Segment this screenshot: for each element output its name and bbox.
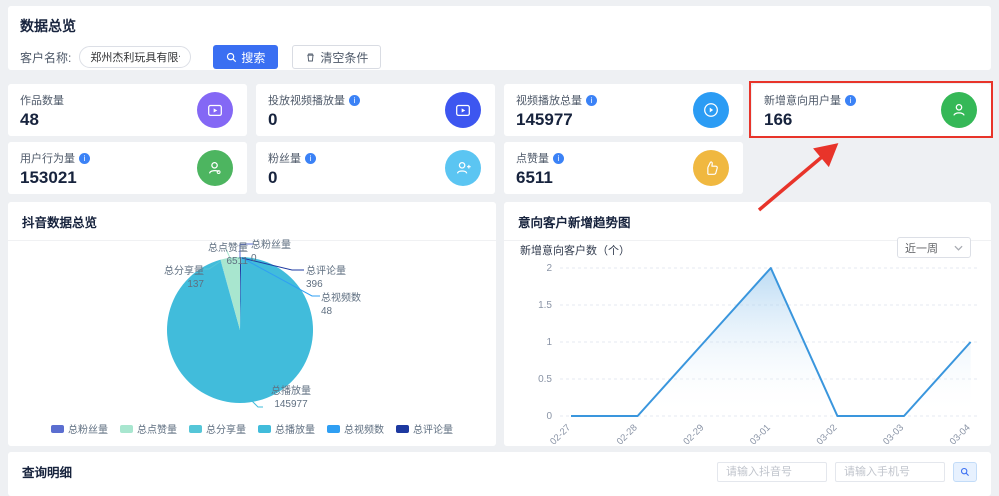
svg-text:02-29: 02-29 <box>681 422 706 444</box>
legend-label: 总分享量 <box>206 421 246 436</box>
legend-swatch <box>396 425 409 433</box>
legend-label: 总播放量 <box>275 421 315 436</box>
pie-label-fans: 总粉丝量0 <box>251 239 321 265</box>
info-icon[interactable]: i <box>553 153 564 164</box>
intent-trend-line-chart[interactable]: 2 1.5 1 0.5 002-27 02-28 02-29 03-01 03-02 03-03 0… <box>508 260 988 444</box>
stat-label: 点赞量 <box>516 150 549 166</box>
stat-label: 新增意向用户量 <box>764 92 841 108</box>
info-icon[interactable]: i <box>586 95 597 106</box>
query-detail-bar: 查询明细 <box>8 452 991 496</box>
svg-text:02-27: 02-27 <box>548 422 573 444</box>
thumb-up-icon <box>693 150 729 186</box>
legend-swatch <box>327 425 340 433</box>
query-detail-title: 查询明细 <box>22 462 72 481</box>
legend-swatch <box>120 425 133 433</box>
phone-input[interactable] <box>835 462 945 482</box>
legend-swatch <box>51 425 64 433</box>
user-add-icon <box>445 150 481 186</box>
legend-label: 总粉丝量 <box>68 421 108 436</box>
pie-label-plays: 总播放量145977 <box>246 385 336 411</box>
search-button-label: 搜索 <box>241 49 265 66</box>
video-icon <box>197 92 233 128</box>
legend-item[interactable]: 总播放量 <box>258 421 315 436</box>
stat-card-new-intent-users: 新增意向用户量i 166 <box>752 84 991 136</box>
stat-card-fans: 粉丝量i 0 <box>256 142 495 194</box>
svg-text:03-04: 03-04 <box>948 422 973 444</box>
legend-label: 总评论量 <box>413 421 453 436</box>
stat-label: 作品数量 <box>20 92 64 108</box>
douyin-id-input[interactable] <box>717 462 827 482</box>
legend-label: 总点赞量 <box>137 421 177 436</box>
search-icon <box>226 52 237 63</box>
search-button[interactable]: 搜索 <box>213 45 278 69</box>
svg-text:2: 2 <box>546 263 552 274</box>
legend-swatch <box>258 425 271 433</box>
pie-label-comments: 总评论量396 <box>306 265 386 291</box>
search-icon <box>960 467 970 477</box>
query-detail-controls <box>717 462 977 482</box>
trend-subtitle: 新增意向客户数（个） <box>520 242 630 258</box>
customer-name-input[interactable] <box>79 46 191 68</box>
stat-card-total-plays: 视频播放总量i 145977 <box>504 84 743 136</box>
stat-card-likes: 点赞量i 6511 <box>504 142 743 194</box>
legend-label: 总视频数 <box>344 421 384 436</box>
info-icon[interactable]: i <box>349 95 360 106</box>
legend-swatch <box>189 425 202 433</box>
svg-text:03-01: 03-01 <box>748 422 773 444</box>
svg-text:02-28: 02-28 <box>615 422 640 444</box>
chevron-down-icon <box>954 245 963 251</box>
info-icon[interactable]: i <box>845 95 856 106</box>
intent-trend-panel: 意向客户新增趋势图 新增意向客户数（个） 近一周 2 1.5 1 0.5 002-27 0… <box>504 202 991 446</box>
user-star-icon <box>197 150 233 186</box>
filter-row: 客户名称: 搜索 清空条件 <box>20 45 991 69</box>
legend-item[interactable]: 总视频数 <box>327 421 384 436</box>
header-panel: 数据总览 客户名称: 搜索 清空条件 <box>8 6 991 70</box>
stat-card-ad-plays: 投放视频播放量i 0 <box>256 84 495 136</box>
video-play-icon <box>445 92 481 128</box>
svg-text:0.5: 0.5 <box>538 374 552 385</box>
pie-label-shares: 总分享量137 <box>119 265 204 291</box>
svg-text:1: 1 <box>546 337 552 348</box>
pie-legend: 总粉丝量 总点赞量 总分享量 总播放量 总视频数 总评论量 <box>8 421 496 436</box>
clear-icon <box>305 52 316 63</box>
page-title: 数据总览 <box>8 6 991 36</box>
legend-item[interactable]: 总粉丝量 <box>51 421 108 436</box>
legend-item[interactable]: 总分享量 <box>189 421 246 436</box>
stat-label: 投放视频播放量 <box>268 92 345 108</box>
info-icon[interactable]: i <box>305 153 316 164</box>
legend-item[interactable]: 总评论量 <box>396 421 453 436</box>
clear-conditions-button[interactable]: 清空条件 <box>292 45 381 69</box>
legend-item[interactable]: 总点赞量 <box>120 421 177 436</box>
douyin-overview-panel: 抖音数据总览 总点赞量6511 总粉丝量0 总评论量396 总视频数48 总分享… <box>8 202 496 446</box>
stat-label: 视频播放总量 <box>516 92 582 108</box>
date-range-select[interactable]: 近一周 <box>897 237 971 258</box>
stat-card-works: 作品数量 48 <box>8 84 247 136</box>
play-circle-icon <box>693 92 729 128</box>
svg-text:03-03: 03-03 <box>881 422 906 444</box>
user-icon <box>941 92 977 128</box>
svg-text:1.5: 1.5 <box>538 300 552 311</box>
customer-name-label: 客户名称: <box>20 49 71 66</box>
date-range-value: 近一周 <box>905 240 938 256</box>
pie-label-videos: 总视频数48 <box>321 292 401 318</box>
stat-label: 用户行为量 <box>20 150 75 166</box>
trend-panel-title: 意向客户新增趋势图 <box>504 202 991 241</box>
svg-text:03-02: 03-02 <box>815 422 840 444</box>
stat-card-user-actions: 用户行为量i 153021 <box>8 142 247 194</box>
info-icon[interactable]: i <box>79 153 90 164</box>
clear-button-label: 清空条件 <box>320 49 368 66</box>
detail-search-button[interactable] <box>953 462 977 482</box>
svg-text:0: 0 <box>546 411 552 422</box>
stat-label: 粉丝量 <box>268 150 301 166</box>
